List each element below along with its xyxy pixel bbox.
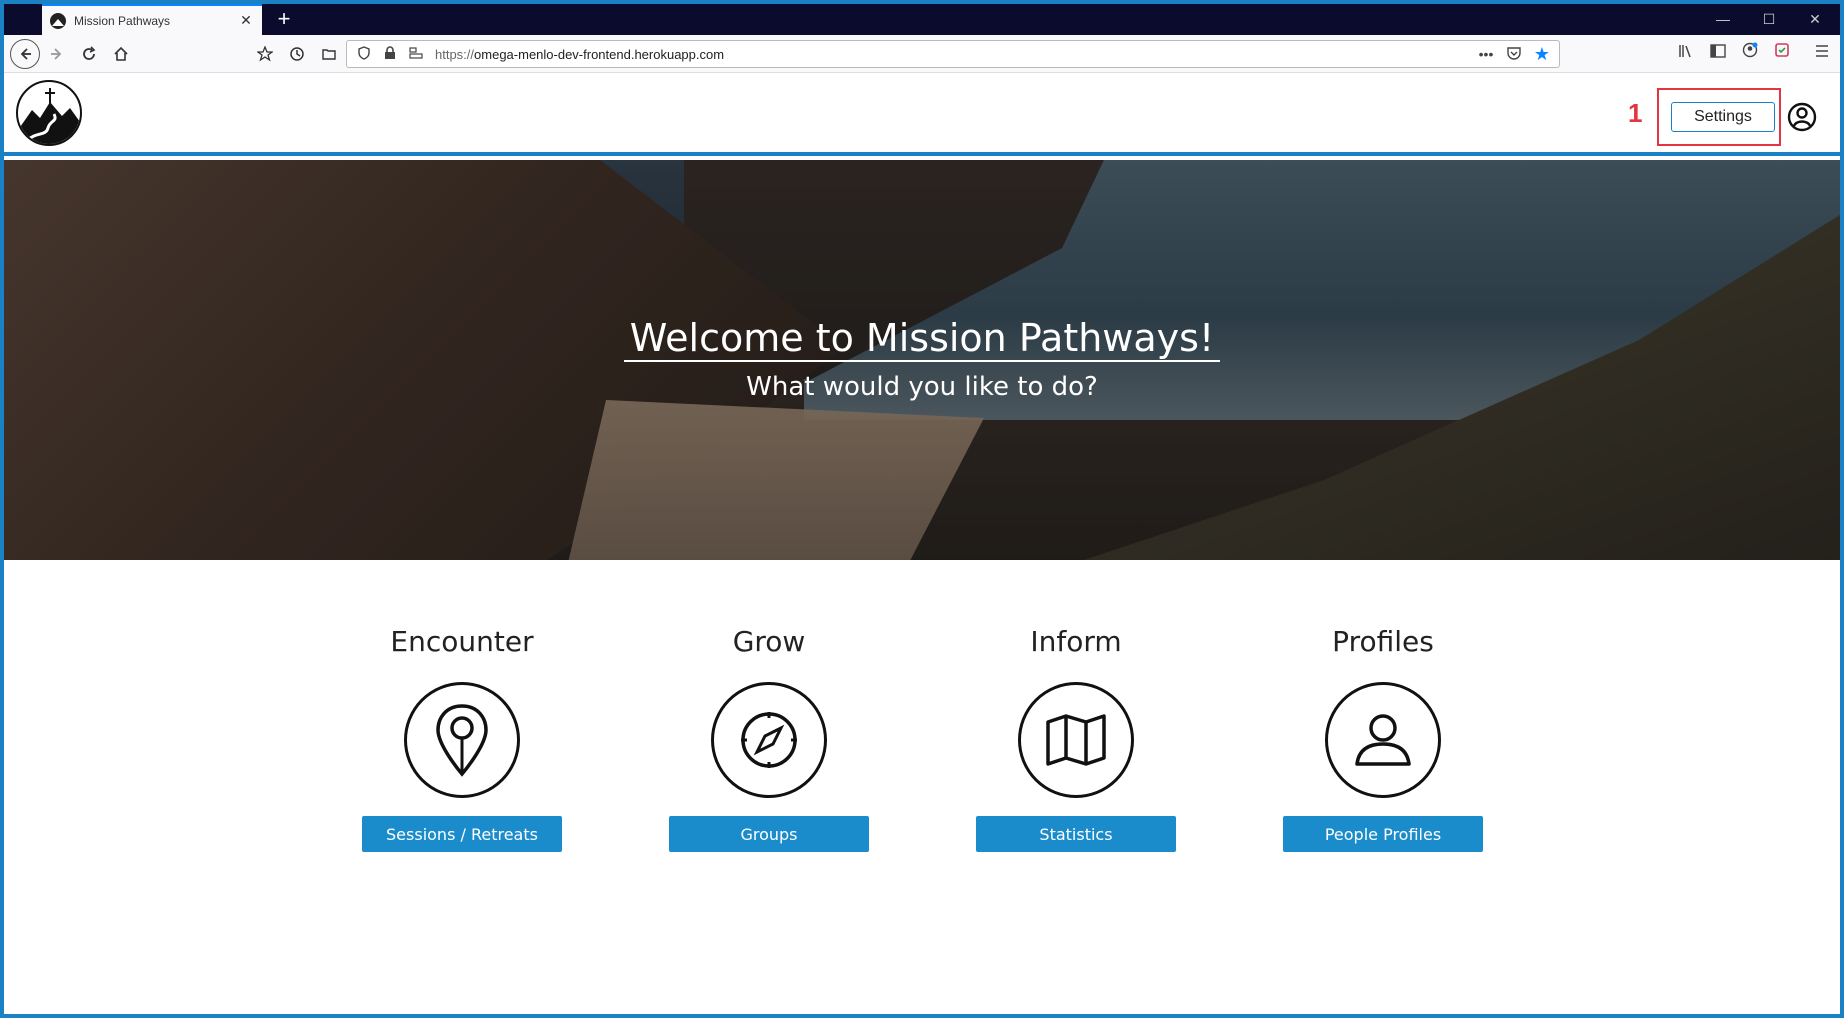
feature-card-inform: Inform Statistics	[976, 622, 1176, 852]
tab-strip: Mission Pathways ✕ + — ☐ ✕	[4, 4, 1840, 35]
browser-toolbar: https://omega-menlo-dev-frontend.herokua…	[4, 35, 1840, 73]
people-profiles-button[interactable]: People Profiles	[1283, 816, 1483, 852]
settings-button[interactable]: Settings	[1671, 102, 1775, 132]
map-icon	[1018, 682, 1134, 798]
mission-pathways-logo[interactable]	[16, 80, 82, 146]
address-bar[interactable]: https://omega-menlo-dev-frontend.herokua…	[346, 40, 1560, 68]
feature-card-encounter: Encounter Sessions / Retreats	[362, 622, 562, 852]
reload-icon[interactable]	[76, 41, 102, 67]
hamburger-menu-icon[interactable]	[1810, 41, 1834, 67]
permissions-icon[interactable]	[407, 46, 425, 62]
feature-card-grow: Grow Groups	[669, 622, 869, 852]
statistics-button[interactable]: Statistics	[976, 816, 1176, 852]
person-icon	[1325, 682, 1441, 798]
browser-window: Mission Pathways ✕ + — ☐ ✕ https://omega…	[4, 4, 1840, 1014]
account-icon[interactable]	[1738, 41, 1762, 67]
app-header: 1 Settings	[4, 74, 1840, 156]
library-icon[interactable]	[1674, 41, 1698, 67]
back-arrow-icon[interactable]	[10, 39, 40, 69]
hero-banner: Welcome to Mission Pathways! What would …	[4, 160, 1840, 560]
browser-tab[interactable]: Mission Pathways ✕	[42, 4, 262, 35]
map-pin-icon	[404, 682, 520, 798]
bookmark-star-icon[interactable]: ★	[1531, 44, 1553, 65]
feature-card-profiles: Profiles People Profiles	[1283, 622, 1483, 852]
url-protocol: https://	[435, 46, 475, 62]
feature-section: Encounter Sessions / Retreats Grow Group…	[4, 560, 1840, 1014]
pocket-icon[interactable]	[1503, 46, 1525, 63]
hero-title-text: Welcome to Mission Pathways!	[623, 316, 1221, 362]
sessions-retreats-button[interactable]: Sessions / Retreats	[362, 816, 562, 852]
groups-button[interactable]: Groups	[669, 816, 869, 852]
tab-title: Mission Pathways	[74, 13, 171, 28]
user-account-icon[interactable]	[1787, 102, 1817, 132]
sidebar-icon[interactable]	[1706, 41, 1730, 67]
shield-icon[interactable]	[355, 45, 373, 63]
tab-close-icon[interactable]: ✕	[238, 12, 254, 29]
page-actions-menu-icon[interactable]: •••	[1475, 46, 1497, 62]
url-text[interactable]: https://omega-menlo-dev-frontend.herokua…	[435, 47, 1475, 62]
maximize-button[interactable]: ☐	[1746, 4, 1792, 35]
feature-heading: Inform	[1030, 625, 1122, 658]
lock-icon[interactable]	[381, 45, 399, 63]
extension-icon[interactable]	[1770, 41, 1794, 67]
hero-subtitle: What would you like to do?	[746, 372, 1098, 402]
annotation-number: 1	[1628, 98, 1643, 128]
new-tab-button[interactable]: +	[272, 8, 296, 32]
feature-heading: Encounter	[390, 625, 534, 658]
feature-heading: Profiles	[1332, 625, 1434, 658]
compass-icon	[711, 682, 827, 798]
minimize-button[interactable]: —	[1700, 4, 1746, 35]
site-favicon-icon	[50, 12, 66, 29]
hero-title: Welcome to Mission Pathways!	[4, 316, 1840, 362]
bookmark-star-outline-icon[interactable]	[252, 41, 278, 67]
annotation-highlight-box: Settings	[1657, 88, 1781, 146]
close-window-button[interactable]: ✕	[1792, 4, 1838, 35]
home-icon[interactable]	[108, 41, 134, 67]
downloads-folder-icon[interactable]	[316, 41, 342, 67]
feature-heading: Grow	[732, 625, 806, 658]
history-clock-icon[interactable]	[284, 41, 310, 67]
url-host: omega-menlo-dev-frontend.herokuapp.com	[474, 46, 725, 62]
forward-arrow-icon[interactable]	[44, 41, 70, 67]
